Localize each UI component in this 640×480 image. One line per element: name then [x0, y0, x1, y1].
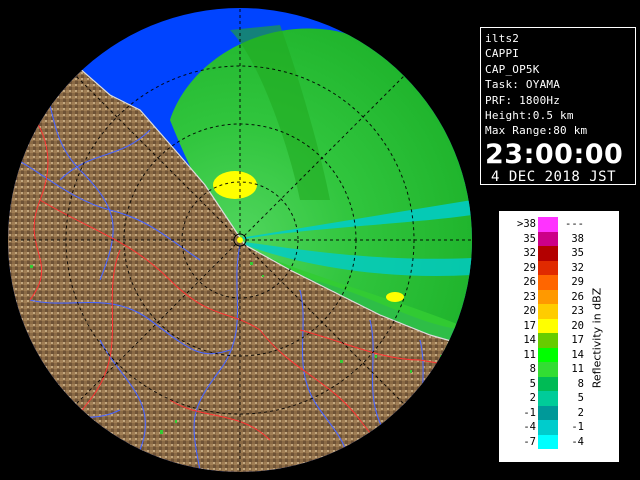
- legend-lower-bound: 8: [529, 363, 536, 375]
- legend-lower-bound: 32: [523, 247, 536, 259]
- legend-lower-bound: -4: [523, 421, 536, 433]
- info-site-name: ilts2: [485, 32, 520, 45]
- legend-upper-bound: ---: [565, 218, 584, 230]
- legend-upper-bound: 20: [571, 319, 584, 332]
- legend-upper-bound: -4: [571, 435, 584, 448]
- legend-row: >38 ---: [500, 217, 618, 232]
- legend-upper-bound: 17: [571, 334, 584, 346]
- legend-lower-bound: 35: [523, 232, 536, 245]
- legend-upper-bound: 26: [571, 290, 584, 303]
- legend-row: 25: [500, 391, 618, 406]
- legend-title: Reflectivity in dBZ: [590, 287, 604, 389]
- legend-color-swatch: [538, 231, 558, 246]
- legend-color-swatch: [538, 391, 558, 406]
- legend-upper-bound: 8: [577, 377, 584, 390]
- legend-row: -4 -1: [500, 420, 618, 435]
- legend-upper-bound: 32: [571, 261, 584, 274]
- legend-row: -1 2: [500, 405, 618, 420]
- legend-upper-bound: 11: [571, 363, 584, 375]
- legend-upper-bound: 5: [577, 392, 584, 404]
- legend-color-swatch: [538, 260, 558, 275]
- legend-lower-bound: -1: [523, 406, 536, 419]
- info-product-id: CAP_OP5K: [485, 62, 540, 76]
- echo-core-yellow-2: [386, 292, 404, 302]
- legend-lower-bound: >38: [517, 218, 536, 230]
- reflectivity-legend: >38 --- 35 38 32 35 29 32 26 29 23 26 20 23 17 20 14 17 11…: [499, 211, 619, 462]
- legend-lower-bound: 5: [529, 377, 536, 390]
- legend-color-swatch: [538, 318, 558, 333]
- legend-row: 35 38: [500, 231, 618, 246]
- legend-upper-bound: 2: [577, 406, 584, 419]
- legend-upper-bound: 14: [571, 348, 584, 361]
- info-product: CAPPI: [485, 47, 520, 61]
- legend-row: 29 32: [500, 260, 618, 275]
- legend-lower-bound: 2: [529, 392, 536, 404]
- legend-upper-bound: 38: [571, 232, 584, 245]
- legend-color-swatch: [538, 217, 558, 232]
- legend-color-swatch: [538, 376, 558, 391]
- observation-date: 4 DEC 2018 JST: [491, 168, 617, 185]
- legend-color-swatch: [538, 405, 558, 420]
- legend-lower-bound: 29: [523, 261, 536, 274]
- info-height: Height:0.5 km: [485, 109, 574, 123]
- info-max-range: Max Range:80 km: [485, 124, 588, 138]
- legend-row: 32 35: [500, 246, 618, 261]
- echo-core-yellow: [213, 171, 257, 199]
- legend-lower-bound: -7: [523, 435, 536, 448]
- legend-color-swatch: [538, 420, 558, 435]
- legend-lower-bound: 17: [523, 319, 536, 332]
- legend-lower-bound: 14: [523, 334, 536, 346]
- legend-upper-bound: 29: [571, 276, 584, 288]
- legend-color-swatch: [538, 246, 558, 261]
- legend-color-swatch: [538, 289, 558, 304]
- legend-color-swatch: [538, 275, 558, 290]
- legend-color-swatch: [538, 362, 558, 377]
- legend-row: -7 -4: [500, 434, 618, 449]
- legend-upper-bound: 35: [571, 247, 584, 259]
- radar-info-panel: ilts2 CAPPI CAP_OP5K Task: OYAMA PRF: 18…: [480, 27, 636, 185]
- radar-map-svg: [0, 0, 478, 480]
- info-task: Task: OYAMA: [485, 78, 561, 92]
- legend-lower-bound: 26: [523, 276, 536, 288]
- legend-upper-bound: -1: [571, 421, 584, 433]
- legend-upper-bound: 23: [571, 305, 584, 317]
- legend-lower-bound: 23: [523, 290, 536, 303]
- legend-color-swatch: [538, 434, 558, 449]
- info-prf: PRF: 1800Hz: [485, 93, 561, 107]
- legend-color-swatch: [538, 304, 558, 319]
- observation-time: 23:00:00: [485, 138, 624, 170]
- legend-color-swatch: [538, 347, 558, 362]
- legend-lower-bound: 20: [523, 305, 536, 317]
- legend-lower-bound: 11: [523, 348, 536, 361]
- legend-color-swatch: [538, 333, 558, 348]
- radar-map-view[interactable]: [0, 0, 478, 480]
